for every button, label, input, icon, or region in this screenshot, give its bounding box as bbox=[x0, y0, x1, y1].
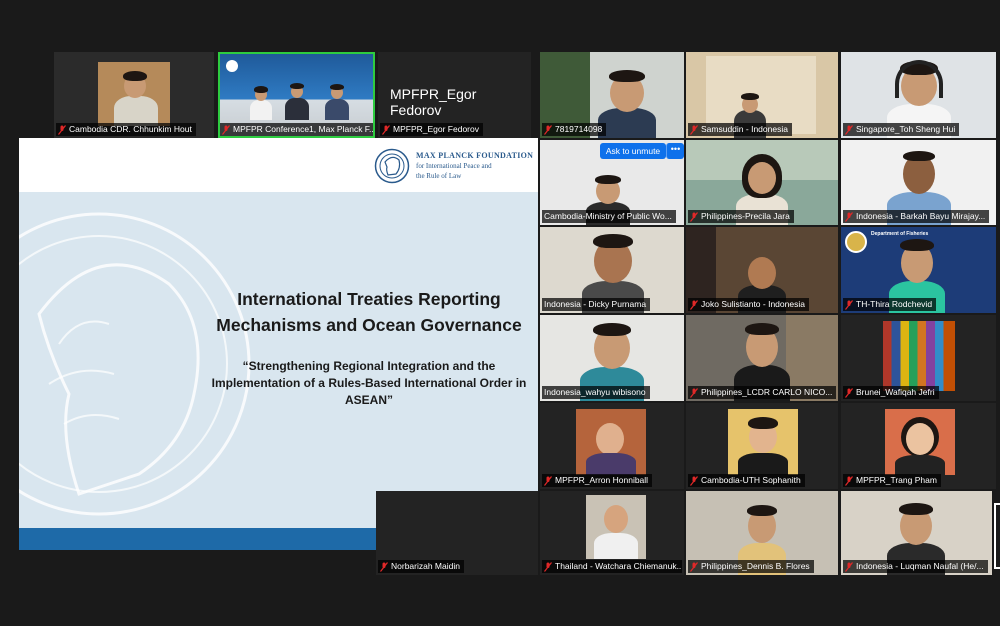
muted-mic-icon bbox=[690, 561, 698, 572]
participant-name: Cambodia-UTH Sophanith bbox=[688, 474, 805, 487]
video-tile-carlo-nico[interactable]: Philippines_LCDR CARLO NICO... bbox=[686, 315, 838, 401]
participant-name: Thailand - Watchara Chiemanuk... bbox=[542, 560, 682, 573]
participant-name: MPFPR Conference1, Max Planck F... bbox=[220, 123, 373, 136]
participant-name: MPFPR_Arron Honniball bbox=[542, 474, 653, 487]
video-tile-wahyu-wibisono[interactable]: Indonesia_wahyu wibisono bbox=[540, 315, 684, 401]
participant-name: Samsuddin - Indonesia bbox=[688, 123, 792, 136]
shared-screen-slide: Max Planck Foundation for International … bbox=[19, 138, 538, 550]
participant-video bbox=[322, 82, 352, 124]
participant-name: Philippines-Precila Jara bbox=[688, 210, 794, 223]
profile-picture bbox=[885, 409, 955, 475]
participant-video bbox=[108, 66, 164, 126]
muted-mic-icon bbox=[380, 561, 388, 572]
muted-mic-icon bbox=[845, 299, 853, 310]
profile-picture bbox=[728, 409, 798, 475]
participant-video bbox=[586, 495, 646, 559]
slide-subtitle: “Strengthening Regional Integration and … bbox=[211, 359, 527, 407]
participant-name: Cambodia-Ministry of Public Wo... bbox=[542, 210, 676, 223]
muted-mic-icon bbox=[544, 124, 552, 135]
video-tile-uth-sophanith[interactable]: Cambodia-UTH Sophanith bbox=[686, 403, 838, 489]
participant-name: Indonesia - Dicky Purnama bbox=[542, 298, 651, 311]
muted-mic-icon bbox=[690, 387, 698, 398]
muted-mic-icon bbox=[58, 124, 66, 135]
participant-name: Philippines_LCDR CARLO NICO... bbox=[688, 386, 836, 399]
ask-to-unmute-button[interactable]: Ask to unmute bbox=[600, 143, 666, 159]
muted-mic-icon bbox=[690, 124, 698, 135]
org-tagline-1: for International Peace and bbox=[416, 162, 492, 170]
muted-mic-icon bbox=[382, 124, 390, 135]
video-tile-wafiqah-jefri[interactable]: Brunei_Wafiqah Jefri bbox=[841, 315, 996, 401]
muted-mic-icon bbox=[544, 475, 552, 486]
participant-name: Indonesia - Luqman Naufal (He/... bbox=[843, 560, 988, 573]
participant-name: Norbarizah Maidin bbox=[378, 560, 464, 573]
video-tile-thira-rodchevid[interactable]: Department of Fisheries TH-Thira Rodchev… bbox=[841, 227, 996, 313]
profile-picture bbox=[883, 321, 955, 391]
video-tile-barkah-bayu[interactable]: Indonesia - Barkah Bayu Mirajay... bbox=[841, 140, 996, 225]
muted-mic-icon bbox=[845, 387, 853, 398]
max-planck-emblem-icon bbox=[374, 148, 410, 184]
profile-picture bbox=[576, 409, 646, 475]
video-tile-dennis-flores[interactable]: Philippines_Dennis B. Flores bbox=[686, 491, 838, 575]
muted-mic-icon bbox=[690, 475, 698, 486]
participant-video bbox=[282, 80, 312, 124]
muted-mic-icon bbox=[845, 561, 853, 572]
video-tile-cambodia-chhunkim[interactable]: Cambodia CDR. Chhunkim Hout bbox=[54, 52, 214, 138]
participant-name: Indonesia_wahyu wibisono bbox=[542, 386, 650, 399]
participant-name: MPFPR_Egor Fedorov bbox=[380, 123, 483, 136]
participant-video bbox=[246, 84, 276, 124]
video-tile-joko-sulistianto[interactable]: Joko Sulistianto - Indonesia bbox=[686, 227, 838, 313]
muted-mic-icon bbox=[690, 299, 698, 310]
muted-mic-icon bbox=[544, 561, 552, 572]
participant-name: MPFPR_Trang Pham bbox=[843, 474, 941, 487]
participant-name: Joko Sulistianto - Indonesia bbox=[688, 298, 809, 311]
muted-mic-icon bbox=[845, 211, 853, 222]
video-tile-arron-honniball[interactable]: MPFPR_Arron Honniball bbox=[540, 403, 684, 489]
gallery-page-scroll-handle[interactable] bbox=[994, 503, 1000, 569]
muted-mic-icon bbox=[690, 211, 698, 222]
org-name: Max Planck Foundation bbox=[416, 151, 534, 160]
participant-name: Cambodia CDR. Chhunkim Hout bbox=[56, 123, 196, 136]
participant-name: TH-Thira Rodchevid bbox=[843, 298, 937, 311]
muted-mic-icon bbox=[845, 475, 853, 486]
department-of-fisheries-logo-icon bbox=[845, 231, 867, 253]
participant-name: Philippines_Dennis B. Flores bbox=[688, 560, 814, 573]
video-tile-trang-pham[interactable]: MPFPR_Trang Pham bbox=[841, 403, 996, 489]
video-tile-luqman-naufal[interactable]: Indonesia - Luqman Naufal (He/... bbox=[841, 491, 992, 575]
video-tile-egor-fedorov[interactable]: MPFPR_Egor Fedorov MPFPR_Egor Fedorov bbox=[378, 52, 531, 138]
video-tile-7819714098[interactable]: 7819714098 bbox=[540, 52, 684, 138]
slide-title: International Treaties Reporting Mechani… bbox=[216, 289, 522, 335]
video-tile-norbarizah-maidin[interactable]: Norbarizah Maidin bbox=[376, 491, 538, 575]
more-options-button[interactable]: ••• bbox=[666, 143, 684, 159]
muted-mic-icon bbox=[222, 124, 230, 135]
conference-logo-icon bbox=[226, 60, 238, 72]
muted-mic-icon bbox=[845, 124, 853, 135]
org-tagline-2: the Rule of Law bbox=[416, 172, 462, 180]
participant-name: 7819714098 bbox=[542, 123, 607, 136]
participant-name: Indonesia - Barkah Bayu Mirajay... bbox=[843, 210, 990, 223]
video-tile-watchara[interactable]: Thailand - Watchara Chiemanuk... bbox=[540, 491, 684, 575]
video-tile-toh-sheng-hui[interactable]: Singapore_Toh Sheng Hui bbox=[841, 52, 996, 138]
participant-name: Singapore_Toh Sheng Hui bbox=[843, 123, 960, 136]
max-planck-logo: Max Planck Foundation for International … bbox=[374, 148, 533, 184]
video-tile-dicky-purnama[interactable]: Indonesia - Dicky Purnama bbox=[540, 227, 684, 313]
video-tile-precila-jara[interactable]: Philippines-Precila Jara bbox=[686, 140, 838, 225]
participant-display-name: MPFPR_Egor Fedorov bbox=[390, 86, 477, 118]
video-tile-mpfpr-conference[interactable]: MPFPR Conference1, Max Planck F... bbox=[218, 52, 375, 138]
video-tile-samsuddin[interactable]: Samsuddin - Indonesia bbox=[686, 52, 838, 138]
participant-name: Brunei_Wafiqah Jefri bbox=[843, 386, 939, 399]
